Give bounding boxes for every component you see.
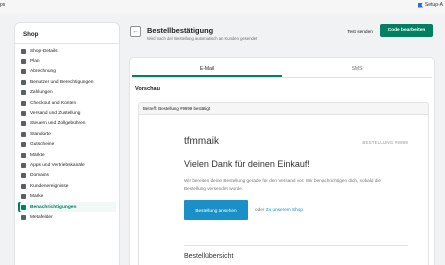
sidebar-item-label: Metafelder <box>30 214 53 220</box>
top-bar: ps Setup-A <box>0 0 445 14</box>
email-message: Wir bereiten deine Bestellung gerade für… <box>184 178 381 191</box>
sidebar-item-label: Marke <box>30 194 44 200</box>
notification-card: E-Mail SMS Vorschau Betreff: Bestellung … <box>130 58 434 265</box>
payments-icon <box>21 90 26 96</box>
sidebar-item-shop-details[interactable]: Shop-Details <box>18 46 116 56</box>
sidebar-item-label: Märkte <box>30 152 45 158</box>
shop-link[interactable]: Zu unserem Shop <box>266 207 303 212</box>
sidebar-item-gutscheine[interactable]: Gutscheine <box>18 140 116 150</box>
bell-icon <box>21 204 26 210</box>
customer-events-icon <box>21 183 26 189</box>
markets-icon <box>21 152 26 158</box>
sidebar-item-label: Shop-Details <box>30 48 58 54</box>
sidebar-item-label: Gutscheine <box>30 142 55 148</box>
settings-sidebar: Shop Shop-Details Plan Abrechnung Benutzer … <box>15 23 119 265</box>
sidebar-item-metafelder[interactable]: Metafelder <box>18 212 116 222</box>
sidebar-item-label: Checkout und Konten <box>30 100 77 106</box>
sidebar-item-label: Benutzer und Berechtigungen <box>30 79 94 85</box>
email-divider <box>184 245 408 246</box>
sidebar-item-label: Steuern und Zollgebühren <box>30 121 86 127</box>
sidebar-item-label: Zahlungen <box>30 90 53 96</box>
sidebar-title: Shop <box>23 31 39 38</box>
setup-guide-label: Setup-A <box>424 2 443 8</box>
preview-heading: Vorschau <box>135 86 161 92</box>
gift-card-icon <box>21 142 26 148</box>
or-label: oder <box>255 207 265 212</box>
apps-icon <box>21 162 26 168</box>
back-button[interactable]: ← <box>130 26 141 37</box>
metafields-icon <box>21 214 26 220</box>
sidebar-item-label: Kundenereignisse <box>30 183 69 189</box>
send-test-button[interactable]: Test senden <box>341 26 379 38</box>
sidebar-item-benachrichtigungen[interactable]: Benachrichtigungen <box>18 201 116 213</box>
sidebar-item-apps-und-vertriebskanäle[interactable]: Apps und Vertriebskanäle <box>18 160 116 170</box>
page-title: Bestellbestätigung <box>147 26 214 35</box>
shop-name: tfmmaik <box>184 136 219 147</box>
domains-icon <box>21 173 26 179</box>
location-icon <box>21 131 26 137</box>
users-icon <box>21 79 26 85</box>
page-subtitle: Wird nach der Bestellung automatisch an … <box>147 36 258 41</box>
sidebar-item-label: Standorte <box>30 131 51 137</box>
topbar-left-text: ps <box>0 2 6 8</box>
sidebar-item-label: Domains <box>30 173 49 179</box>
or-shop-text: oder Zu unserem Shop <box>255 207 303 212</box>
sidebar-item-label: Plan <box>30 59 40 65</box>
sidebar-item-plan[interactable]: Plan <box>18 56 116 66</box>
sidebar-nav: Shop-Details Plan Abrechnung Benutzer und B… <box>18 46 116 223</box>
sidebar-item-label: Apps und Vertriebskanäle <box>30 162 85 168</box>
store-icon <box>21 48 26 54</box>
sidebar-item-label: Abrechnung <box>30 69 56 75</box>
sidebar-item-abrechnung[interactable]: Abrechnung <box>18 67 116 77</box>
channel-tabs: E-Mail SMS <box>132 61 432 78</box>
sidebar-divider <box>15 43 119 44</box>
sidebar-item-versand-und-zustellung[interactable]: Versand und Zustellung <box>18 108 116 118</box>
setup-guide-link[interactable]: Setup-A <box>417 2 443 8</box>
shipping-icon <box>21 111 26 117</box>
sidebar-item-märkte[interactable]: Märkte <box>18 150 116 160</box>
sidebar-item-label: Benachrichtigungen <box>30 204 77 210</box>
sidebar-item-steuern-und-zollgebühren[interactable]: Steuern und Zollgebühren <box>18 119 116 129</box>
email-preview: Betreff: Bestellung #9999 bestätigt tfmm… <box>138 102 429 265</box>
brand-icon <box>21 194 26 200</box>
sidebar-item-domains[interactable]: Domains <box>18 171 116 181</box>
view-order-button[interactable]: Bestellung ansehen <box>184 200 248 220</box>
sidebar-item-label: Versand und Zustellung <box>30 111 81 117</box>
checkout-icon <box>21 100 26 106</box>
taxes-icon <box>21 121 26 127</box>
sidebar-item-standorte[interactable]: Standorte <box>18 129 116 139</box>
plan-icon <box>21 59 26 65</box>
edit-code-button[interactable]: Code bearbeiten <box>380 24 433 37</box>
tab-email[interactable]: E-Mail <box>132 61 282 77</box>
email-heading: Vielen Dank für deinen Einkauf! <box>184 159 310 169</box>
sidebar-item-marke[interactable]: Marke <box>18 191 116 201</box>
sidebar-item-checkout-und-konten[interactable]: Checkout und Konten <box>18 98 116 108</box>
order-number: BESTELLUNG #9999 <box>362 140 408 145</box>
sidebar-item-kundenereignisse[interactable]: Kundenereignisse <box>18 181 116 191</box>
billing-icon <box>21 69 26 75</box>
tab-sms[interactable]: SMS <box>282 61 432 77</box>
email-subject: Betreff: Bestellung #9999 bestätigt <box>139 103 428 115</box>
order-summary-heading: Bestellübersicht <box>184 253 234 260</box>
sidebar-item-zahlungen[interactable]: Zahlungen <box>18 88 116 98</box>
flag-icon <box>417 2 423 8</box>
sidebar-item-benutzer-und-berechtigungen[interactable]: Benutzer und Berechtigungen <box>18 77 116 87</box>
